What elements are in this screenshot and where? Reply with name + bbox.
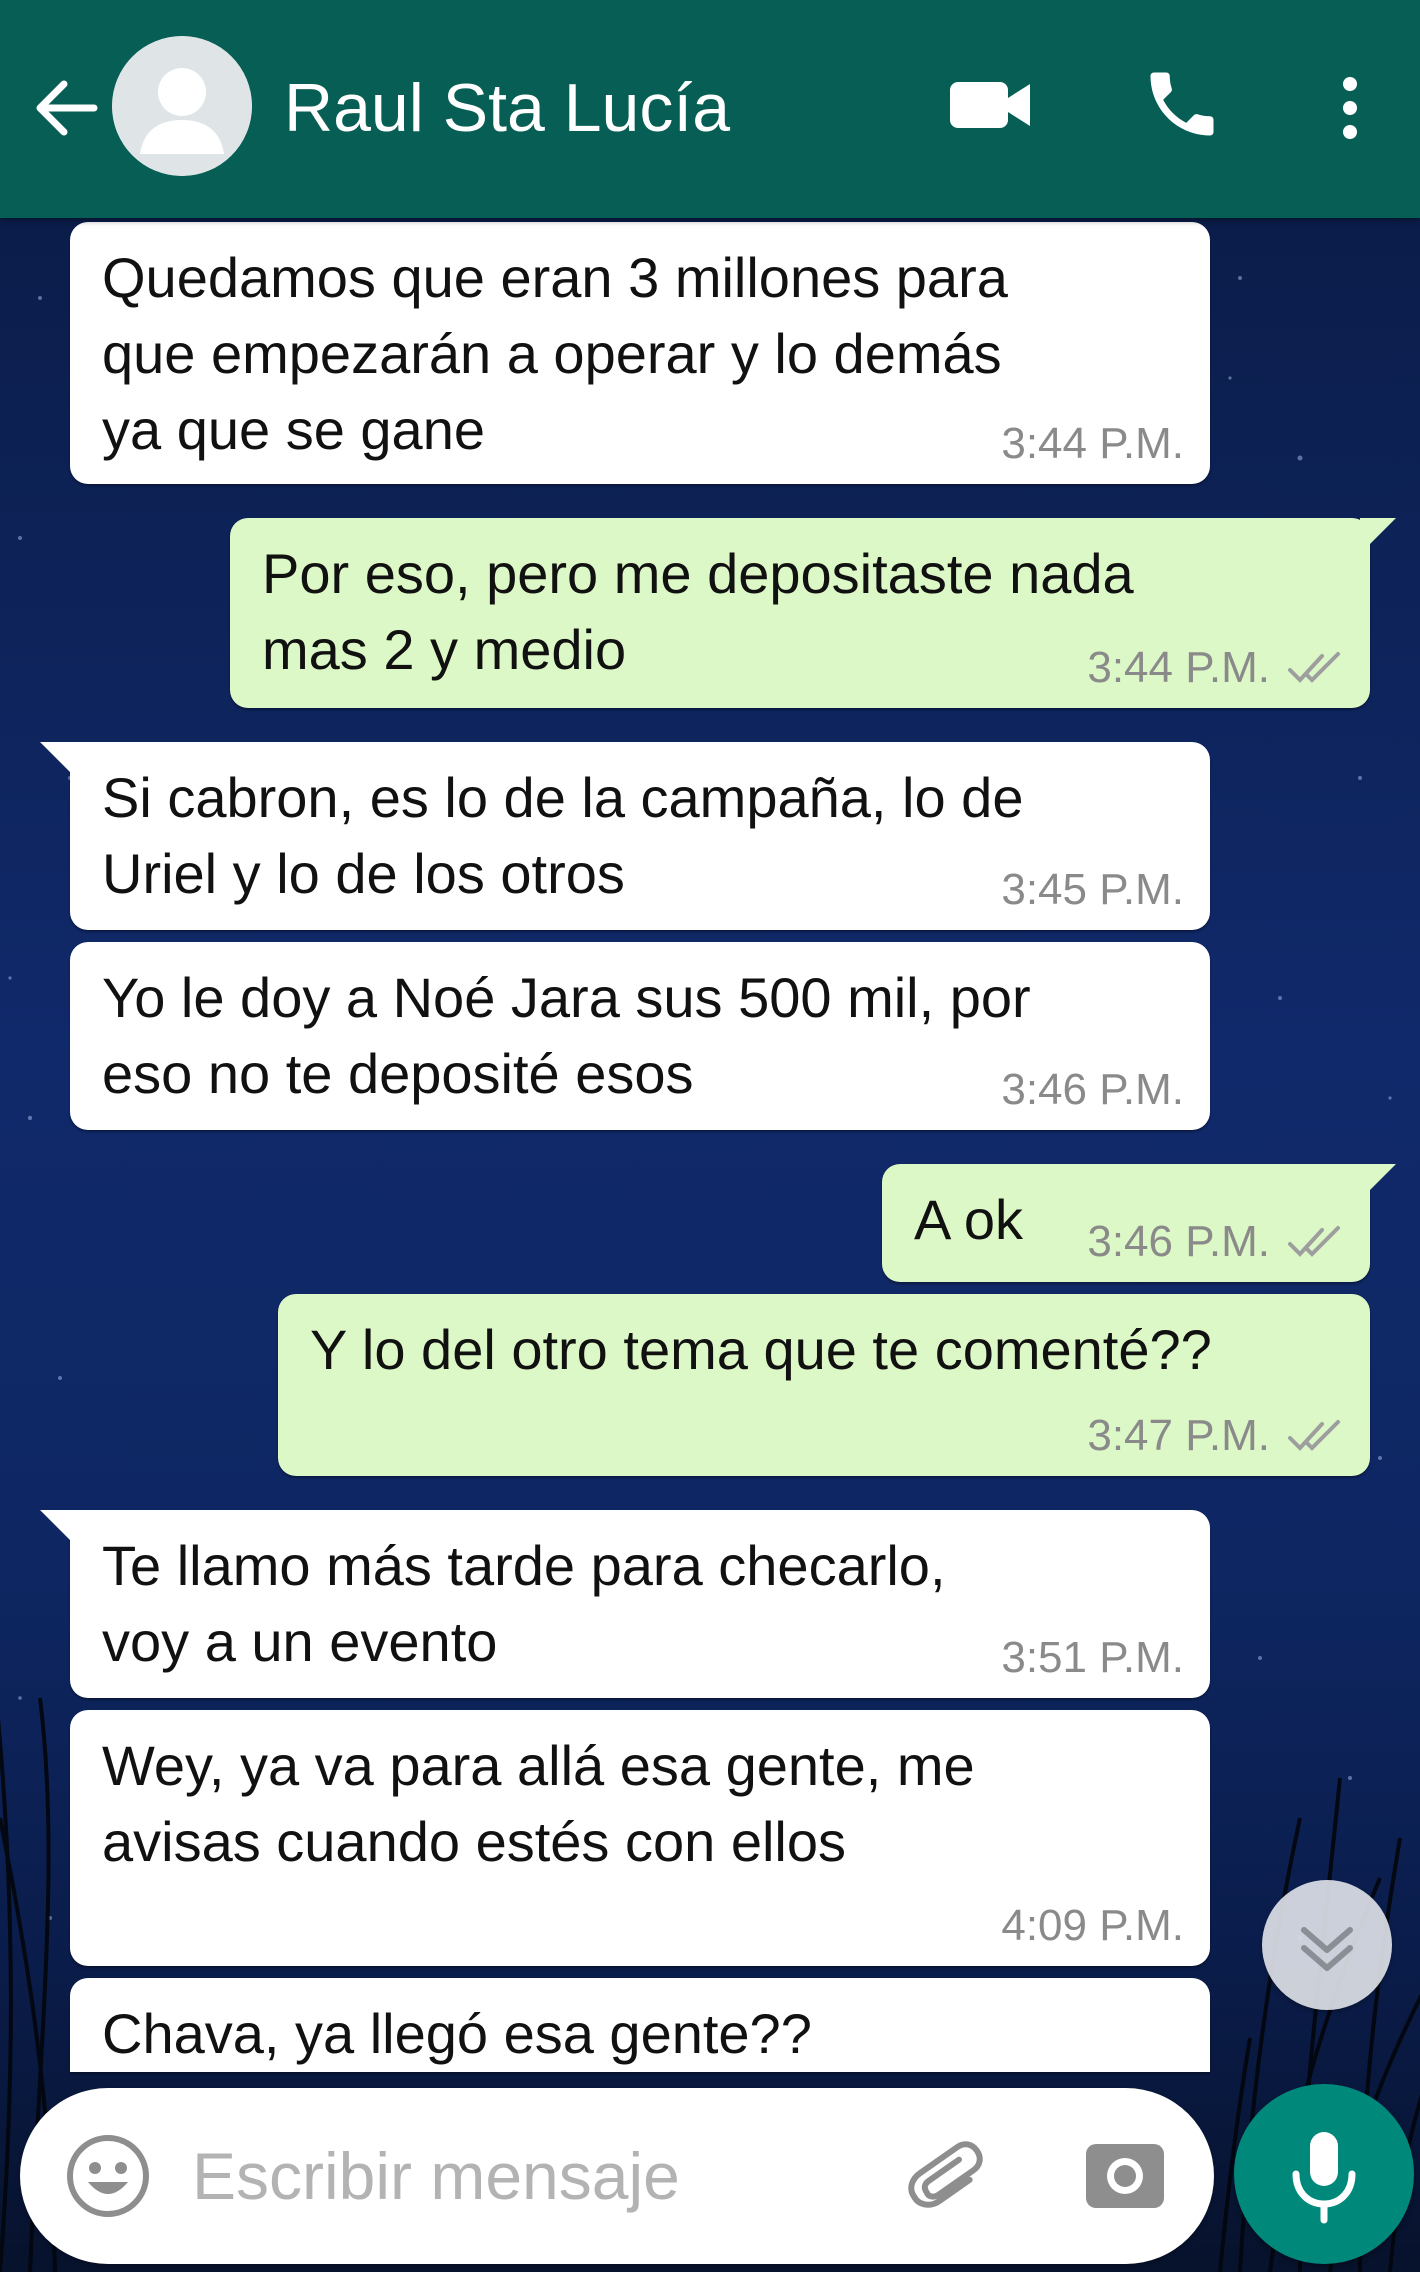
message-bubble-outgoing[interactable]: A ok 3:46 P.M. — [882, 1164, 1396, 1282]
bubble-tail — [1360, 1164, 1396, 1200]
microphone-button[interactable] — [1234, 2084, 1414, 2264]
message-time: 3:45 P.M. — [1001, 864, 1184, 916]
message-time: 4:09 P.M. — [1001, 1900, 1184, 1952]
bubble-tail — [40, 742, 76, 778]
message-bubble-incoming[interactable]: Quedamos que eran 3 millones para que em… — [70, 222, 1210, 484]
bubble-tail — [40, 1510, 76, 1546]
read-ticks-icon — [1288, 652, 1340, 683]
message-time: 3:44 P.M. — [1087, 642, 1346, 694]
message-bubble-incoming[interactable]: Si cabron, es lo de la campaña, lo de Ur… — [40, 742, 1210, 930]
message-bubble-outgoing[interactable]: Por eso, pero me depositaste nada mas 2 … — [230, 518, 1396, 708]
message-composer — [20, 2088, 1214, 2264]
timestamp: 3:46 P.M. — [1001, 1065, 1184, 1114]
scroll-to-bottom-button[interactable] — [1262, 1880, 1392, 2010]
message-bubble-outgoing[interactable]: Y lo del otro tema que te comenté?? 3:47… — [278, 1294, 1370, 1476]
message-time: 3:46 P.M. — [1001, 1064, 1184, 1116]
timestamp: 3:44 P.M. — [1001, 419, 1184, 468]
double-chevron-down-icon — [1301, 1927, 1353, 1971]
default-user-icon — [112, 36, 252, 176]
emoji-icon[interactable] — [64, 2132, 152, 2220]
message-bubble-incoming[interactable]: Wey, ya va para allá esa gente, me avisa… — [70, 1710, 1210, 1966]
timestamp: 3:47 P.M. — [1087, 1411, 1270, 1460]
phone-icon[interactable] — [1140, 62, 1224, 146]
timestamp: 3:46 P.M. — [1087, 1217, 1270, 1266]
timestamp: 3:51 P.M. — [1001, 1633, 1184, 1682]
contact-avatar[interactable] — [112, 36, 252, 176]
message-time: 3:44 P.M. — [1001, 418, 1184, 470]
message-bubble-incoming[interactable]: Chava, ya llegó esa gente?? — [70, 1978, 1210, 2072]
message-text: Wey, ya va para allá esa gente, me avisa… — [102, 1734, 975, 1873]
camera-icon[interactable] — [1080, 2130, 1170, 2220]
contact-name[interactable]: Raul Sta Lucía — [284, 68, 730, 148]
message-time: 3:47 P.M. — [1087, 1410, 1346, 1462]
microphone-icon — [1292, 2132, 1356, 2224]
more-vert-icon[interactable] — [1330, 66, 1370, 150]
read-ticks-icon — [1288, 1226, 1340, 1257]
video-camera-icon[interactable] — [946, 70, 1036, 140]
chat-header: Raul Sta Lucía — [0, 0, 1420, 218]
back-arrow-icon[interactable] — [24, 66, 108, 150]
message-time: 3:51 P.M. — [1001, 1632, 1184, 1684]
paperclip-icon[interactable] — [900, 2128, 996, 2224]
bubble-tail — [1360, 518, 1396, 554]
read-ticks-icon — [1288, 1420, 1340, 1451]
timestamp: 4:09 P.M. — [1001, 1901, 1184, 1950]
message-time: 3:46 P.M. — [1087, 1216, 1346, 1268]
timestamp: 3:44 P.M. — [1087, 643, 1270, 692]
message-text: Y lo del otro tema que te comenté?? — [310, 1318, 1212, 1381]
message-bubble-incoming[interactable]: Yo le doy a Noé Jara sus 500 mil, por es… — [70, 942, 1210, 1130]
message-bubble-incoming[interactable]: Te llamo más tarde para checarlo, voy a … — [40, 1510, 1210, 1698]
message-text: Chava, ya llegó esa gente?? — [102, 2002, 812, 2065]
message-input[interactable] — [192, 2132, 872, 2220]
timestamp: 3:45 P.M. — [1001, 865, 1184, 914]
